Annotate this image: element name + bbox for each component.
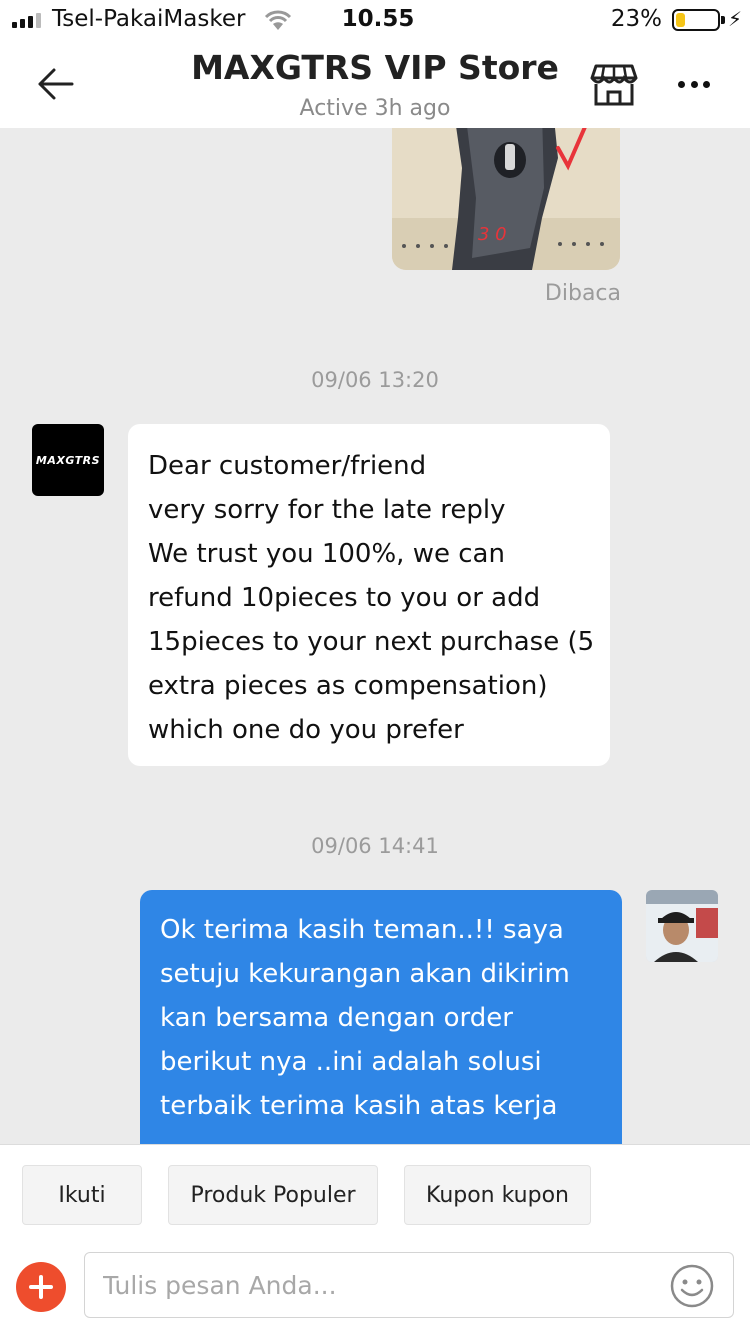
store-logo: MAXGTRS <box>35 453 101 467</box>
composer <box>0 1244 750 1334</box>
dot-icon <box>678 80 685 88</box>
message-line: Ok terima kasih teman..!! saya <box>160 915 564 945</box>
message-line: berikut nya ..ini adalah solusi <box>160 1047 542 1077</box>
store-icon[interactable] <box>590 62 638 108</box>
message-line: very sorry for the late reply <box>148 495 506 525</box>
message-line: setuju kekurangan akan dikirim <box>160 959 570 989</box>
dot-icon <box>703 80 710 88</box>
outgoing-message[interactable]: Ok terima kasih teman..!! saya setuju ke… <box>140 890 622 1144</box>
chat-header: MAXGTRS VIP Store Active 3h ago <box>0 40 750 128</box>
user-avatar[interactable] <box>646 890 718 962</box>
more-options-button[interactable] <box>672 70 716 98</box>
message-line: 15pieces to your next purchase (5 <box>148 627 595 657</box>
message-timestamp: 09/06 13:20 <box>311 368 439 392</box>
message-line: refund 10pieces to you or add <box>148 583 541 613</box>
message-timestamp: 09/06 14:41 <box>311 834 439 858</box>
battery-percent: 23% <box>610 6 662 32</box>
read-receipt: Dibaca <box>544 281 621 306</box>
product-photo: 3 0 <box>392 128 620 270</box>
battery-fill <box>676 13 686 27</box>
quick-reply-bar: Ikuti Produk Populer Kupon kupon <box>0 1144 750 1244</box>
dot-icon <box>690 80 698 88</box>
battery-icon <box>672 9 720 31</box>
message-line: kan bersama dengan order <box>160 1003 513 1033</box>
status-bar: Tsel-PakaiMasker 10.55 23% ⚡ <box>0 0 750 40</box>
user-photo <box>646 890 718 962</box>
popular-products-button[interactable]: Produk Populer <box>168 1165 378 1225</box>
message-line: extra pieces as compensation) <box>148 671 548 701</box>
chat-messages[interactable]: 3 0 Dibaca 09/06 13:20 MAXGTRS Dear cust… <box>0 128 750 1144</box>
message-line: We trust you 100%, we can <box>148 539 505 569</box>
store-avatar[interactable]: MAXGTRS <box>32 424 104 496</box>
message-line: which one do you prefer <box>148 715 464 745</box>
battery-tip <box>721 16 725 24</box>
follow-button[interactable]: Ikuti <box>22 1165 142 1225</box>
add-attachment-button[interactable] <box>16 1262 66 1312</box>
coupons-button[interactable]: Kupon kupon <box>404 1165 591 1225</box>
message-line: terbaik terima kasih atas kerja <box>160 1091 558 1121</box>
message-input[interactable] <box>84 1252 734 1318</box>
charging-bolt-icon: ⚡ <box>727 7 742 31</box>
emoji-icon[interactable] <box>669 1263 715 1309</box>
svg-text:3 0: 3 0 <box>478 224 507 245</box>
image-message[interactable]: 3 0 <box>392 128 620 270</box>
incoming-message[interactable]: Dear customer/friend very sorry for the … <box>128 424 610 766</box>
message-line: Dear customer/friend <box>148 451 427 481</box>
